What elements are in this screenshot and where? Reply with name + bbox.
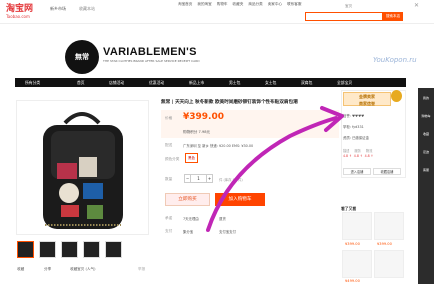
payment-label: 支付 — [165, 229, 173, 233]
side-item-service[interactable]: 客服 — [419, 168, 433, 172]
thumbnail[interactable] — [17, 241, 34, 258]
nav-item-mens-bags[interactable]: 男士包 — [229, 78, 240, 87]
recommend-item[interactable] — [342, 250, 372, 278]
top-nav-item[interactable]: 商品分类 — [248, 2, 262, 6]
top-nav-item[interactable]: 卖家中心 — [268, 2, 282, 6]
nav-item-home[interactable]: 首页 — [77, 78, 85, 87]
top-nav-item[interactable]: 收藏夹 — [233, 2, 244, 6]
quantity-label: 数量 — [165, 177, 173, 181]
search-button[interactable]: 搜索本店 — [383, 12, 403, 21]
nav-item-backpacks[interactable]: 双肩包 — [301, 78, 312, 87]
share-link[interactable]: 分享 — [44, 267, 51, 272]
shop-nav-bar: 所有分类 首页 店铺活动 优惠活动 新品上市 男士包 女士包 双肩包 全部宝贝 — [15, 78, 406, 87]
recommend-price: ¥399.00 — [345, 242, 360, 246]
side-toolbar: 我的 购物车 收藏 足迹 客服 — [418, 88, 434, 284]
score-value: 4.8 ↑ — [353, 154, 363, 158]
nav-item-new[interactable]: 新品上市 — [189, 78, 204, 87]
nav-item-events[interactable]: 店铺活动 — [109, 78, 124, 87]
backpack-image — [43, 112, 123, 229]
gold-seller-badge: 金牌卖家 商家信誉 — [343, 92, 391, 106]
recommend-price: ¥399.00 — [377, 242, 392, 246]
shop-score-labels: 描述 服务 物流 — [343, 148, 403, 153]
favorite-site-link[interactable]: 收藏本站 — [79, 6, 95, 12]
collect-link[interactable]: 收藏宝贝 (人气) — [70, 267, 96, 272]
price-label: 价格 — [165, 116, 173, 120]
payment-item[interactable]: 集分宝 — [183, 229, 193, 234]
badge-title: 金牌卖家 — [359, 94, 375, 99]
report-link[interactable]: 举报 — [138, 267, 145, 272]
favorite-shop-button[interactable]: 收藏店铺 — [373, 168, 401, 175]
annotation-arrow — [206, 106, 344, 232]
color-label: 颜色分类 — [165, 157, 180, 161]
top-nav-item[interactable]: 我的淘宝 — [197, 2, 211, 6]
badge-subtitle: 商家信誉 — [359, 101, 375, 106]
main-product-image[interactable] — [16, 100, 149, 235]
service-label: 承诺 — [165, 216, 173, 220]
favorite-link[interactable]: 收藏 — [17, 267, 24, 272]
nav-item-deals[interactable]: 优惠活动 — [149, 78, 164, 87]
side-item-favorites[interactable]: 收藏 — [419, 132, 433, 136]
side-item-cart[interactable]: 购物车 — [419, 114, 433, 118]
watermark: YouKopon.ru — [373, 56, 417, 64]
brand-name: VARIABLEMEN'S — [103, 46, 197, 58]
thumbnail[interactable] — [39, 241, 56, 258]
thumbnail[interactable] — [83, 241, 100, 258]
close-icon[interactable]: ✕ — [414, 2, 419, 9]
score-label: 服务 — [354, 149, 361, 153]
medal-icon — [391, 90, 402, 102]
brand-header — [0, 24, 415, 76]
region-selector[interactable]: 新乡市场 — [50, 6, 66, 12]
shop-score-values: 4.8 ↑ 4.8 ↑ 4.8 ↑ — [343, 154, 403, 158]
top-nav-item[interactable]: 淘宝首页 — [178, 2, 192, 6]
quantity-decrease-button[interactable]: − — [184, 174, 191, 183]
side-item-history[interactable]: 足迹 — [419, 150, 433, 154]
thumbnail[interactable] — [105, 241, 122, 258]
logo-subtext: Taobao.com — [6, 14, 30, 19]
nav-item-all-products[interactable]: 全部宝贝 — [337, 78, 352, 87]
score-value: 4.8 ↑ — [364, 154, 374, 158]
nav-item-womens-bags[interactable]: 女士包 — [265, 78, 276, 87]
taobao-logo[interactable]: 淘宝网 Taobao.com — [6, 4, 42, 20]
search-tab[interactable]: 宝贝 — [345, 4, 352, 9]
top-nav-item[interactable]: 联系客服 — [287, 2, 301, 6]
search-input[interactable] — [305, 12, 383, 21]
side-item-me[interactable]: 我的 — [419, 96, 433, 100]
nav-item-all[interactable]: 所有分类 — [25, 78, 40, 87]
top-nav-item[interactable]: 购物车 — [217, 2, 228, 6]
thumbnail[interactable] — [61, 241, 78, 258]
score-label: 物流 — [365, 149, 373, 153]
brand-logo[interactable]: 無常 — [65, 40, 99, 74]
recommend-item[interactable] — [374, 250, 404, 278]
top-nav: 淘宝首页 我的淘宝 购物车 收藏夹 商品分类 卖家中心 联系客服 — [178, 2, 306, 7]
shipping-label: 配送 — [165, 143, 173, 147]
service-item[interactable]: 7天无理由 — [183, 216, 199, 221]
color-option[interactable]: 黑色 — [185, 153, 198, 163]
recommend-item[interactable] — [374, 212, 404, 240]
brand-tagline: THE STAR CLOTHES BRAND AFTER SALE SERVIC… — [103, 59, 200, 63]
logo-text: 淘宝网 — [6, 4, 34, 14]
recommend-price: ¥499.00 — [345, 279, 360, 283]
